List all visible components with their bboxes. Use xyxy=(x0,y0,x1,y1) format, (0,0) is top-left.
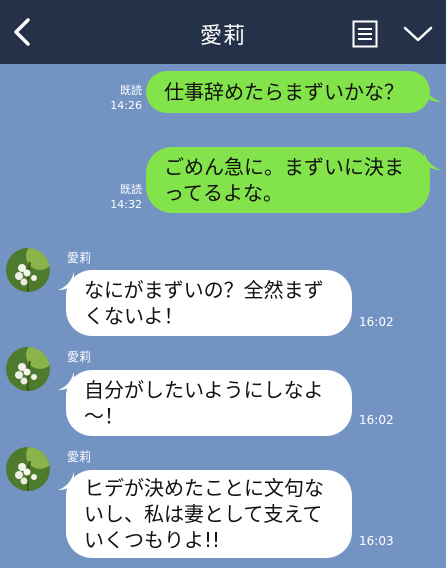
read-receipt: 既読 14:32 xyxy=(110,183,142,211)
message-time: 16:02 xyxy=(359,315,394,329)
sender-name: 愛莉 xyxy=(67,251,92,265)
chat-title: 愛莉 xyxy=(199,24,246,49)
message-bubble-received[interactable]: ヒデが決めたことに文句な いし、私は妻として支えて いくつもりよ!! xyxy=(66,470,352,558)
message-line: 仕事辞めたらまずいかな？ xyxy=(164,80,404,104)
message-line: いし、私は妻として支えて xyxy=(84,502,323,526)
avatar[interactable] xyxy=(6,347,50,391)
avatar[interactable] xyxy=(6,447,50,491)
message-time: 16:03 xyxy=(359,534,394,548)
message-line: 自分がしたいようにしなよ xyxy=(84,378,324,402)
message-line: ごめん急に。まずいに決ま xyxy=(164,155,404,179)
bubble-tail xyxy=(424,84,442,102)
sender-name: 愛莉 xyxy=(67,350,92,364)
avatar[interactable] xyxy=(6,248,50,292)
message-bubble-received[interactable]: 自分がしたいようにしなよ 〜！ xyxy=(66,370,352,436)
message-line: ってるよな。 xyxy=(164,181,283,205)
message-bubble-sent[interactable]: 仕事辞めたらまずいかな？ xyxy=(146,71,430,113)
chevron-down-icon[interactable] xyxy=(402,24,434,44)
sender-name: 愛莉 xyxy=(67,450,92,464)
read-receipt: 既読 14:26 xyxy=(110,84,142,112)
message-line: 〜！ xyxy=(84,404,124,428)
message-line: くないよ！ xyxy=(84,304,184,328)
message-line: ヒデが決めたことに文句な xyxy=(84,476,324,500)
message-time: 16:02 xyxy=(359,413,394,427)
notes-icon[interactable] xyxy=(352,20,378,48)
chat-header: 愛莉 xyxy=(0,0,446,64)
message-bubble-received[interactable]: なにがまずいの？全然まず くないよ！ xyxy=(66,270,352,336)
message-line: いくつもりよ!! xyxy=(84,528,221,552)
message-line: なにがまずいの？全然まず xyxy=(84,278,324,302)
message-bubble-sent[interactable]: ごめん急に。まずいに決ま ってるよな。 xyxy=(146,147,430,213)
bubble-tail xyxy=(424,152,442,170)
